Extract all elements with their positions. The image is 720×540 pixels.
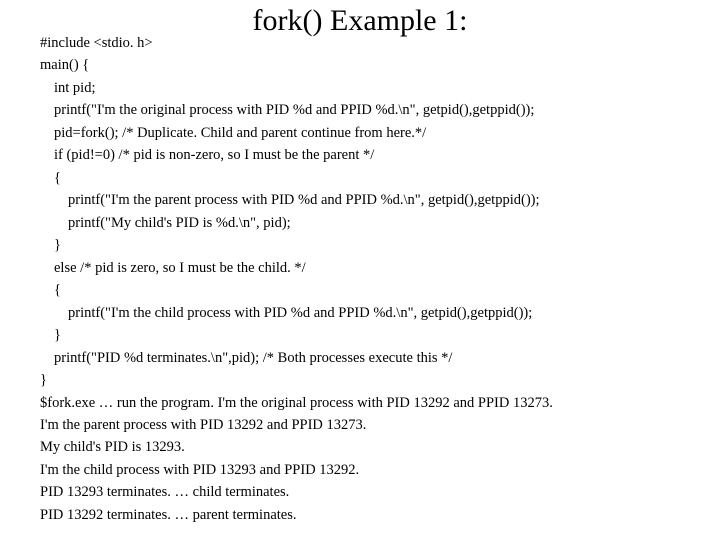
code-line: I'm the child process with PID 13293 and… [40, 459, 680, 481]
code-line: My child's PID is 13293. [40, 436, 680, 458]
code-line: } [40, 234, 680, 256]
code-line: pid=fork(); /* Duplicate. Child and pare… [40, 122, 680, 144]
code-line: } [40, 324, 680, 346]
code-line: printf("PID %d terminates.\n",pid); /* B… [40, 347, 680, 369]
code-line: main() { [40, 54, 680, 76]
code-line: { [40, 279, 680, 301]
page-title: fork() Example 1: [0, 4, 720, 38]
code-line: PID 13292 terminates. … parent terminate… [40, 504, 680, 526]
code-line: } [40, 369, 680, 391]
code-line: else /* pid is zero, so I must be the ch… [40, 257, 680, 279]
code-line: int pid; [40, 77, 680, 99]
code-line: printf("My child's PID is %d.\n", pid); [40, 212, 680, 234]
code-line: I'm the parent process with PID 13292 an… [40, 414, 680, 436]
code-line: $fork.exe … run the program. I'm the ori… [40, 392, 680, 414]
code-line: printf("I'm the child process with PID %… [40, 302, 680, 324]
code-line: if (pid!=0) /* pid is non-zero, so I mus… [40, 144, 680, 166]
code-line: printf("I'm the original process with PI… [40, 99, 680, 121]
code-line: printf("I'm the parent process with PID … [40, 189, 680, 211]
code-line: PID 13293 terminates. … child terminates… [40, 481, 680, 503]
code-line: { [40, 167, 680, 189]
code-block: #include <stdio. h>main() {int pid;print… [40, 32, 680, 526]
